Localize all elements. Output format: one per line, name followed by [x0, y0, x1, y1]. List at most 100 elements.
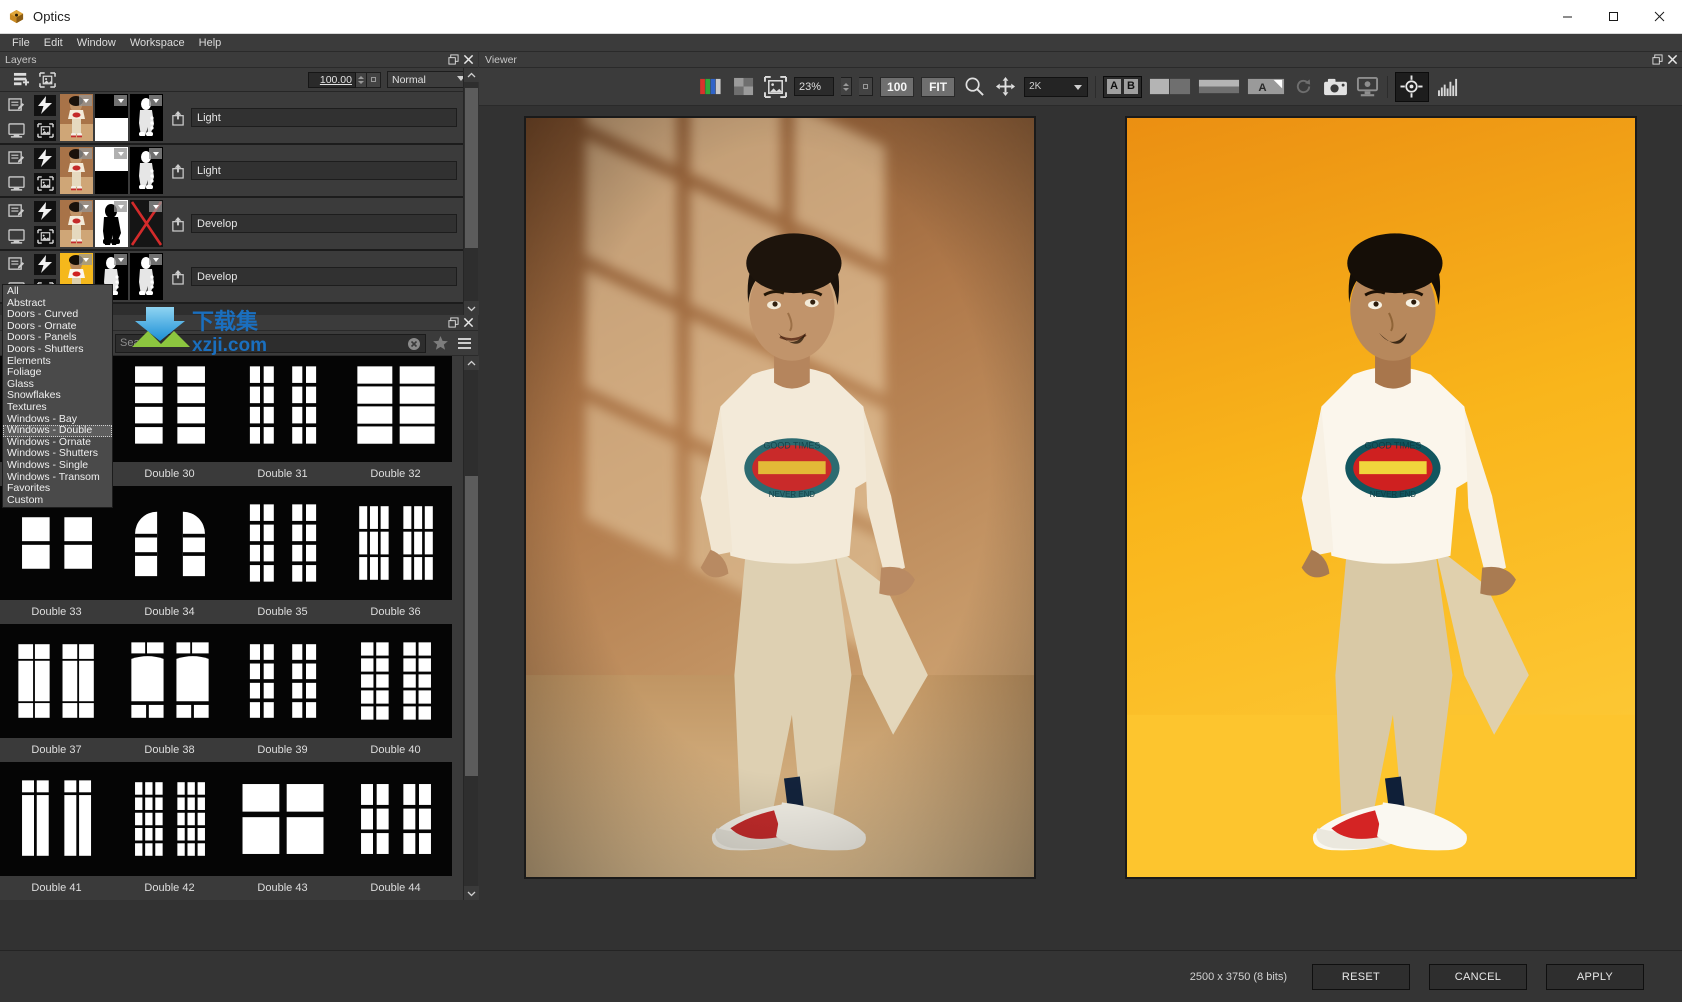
preset-item[interactable]: Double 38	[113, 624, 226, 762]
presets-scrollbar[interactable]	[463, 356, 478, 900]
category-option[interactable]: Textures	[3, 402, 112, 414]
preset-thumbnail[interactable]	[113, 762, 226, 876]
close-button[interactable]	[1636, 0, 1682, 34]
layer-thumb-chevron-icon[interactable]	[114, 254, 127, 265]
layer-name-input[interactable]: Develop	[191, 267, 457, 286]
a-overlay-icon[interactable]: A	[1247, 75, 1285, 99]
preset-thumbnail[interactable]	[0, 624, 113, 738]
viewer-float-icon[interactable]	[1650, 53, 1665, 67]
layer-thumb-chevron-icon[interactable]	[79, 148, 92, 159]
layers-scrollbar[interactable]	[463, 68, 478, 315]
layer-export-icon[interactable]	[165, 216, 191, 232]
layers-scroll-down-icon[interactable]	[464, 301, 479, 315]
fit-button[interactable]: FIT	[921, 77, 955, 97]
layer-result-thumbnail[interactable]	[130, 94, 163, 141]
clear-search-icon[interactable]	[407, 337, 421, 351]
layer-preview-thumbnail[interactable]	[60, 94, 93, 141]
presets-close-icon[interactable]	[461, 316, 476, 330]
preset-thumbnail[interactable]	[113, 624, 226, 738]
rgb-channels-icon[interactable]	[700, 75, 725, 99]
hundred-percent-button[interactable]: 100	[880, 77, 914, 97]
viewer-close-icon[interactable]	[1665, 53, 1680, 67]
zoom-reset-icon[interactable]	[859, 77, 873, 96]
layer-result-thumbnail[interactable]	[130, 147, 163, 194]
layer-thumb-chevron-icon[interactable]	[114, 148, 127, 159]
maximize-button[interactable]	[1590, 0, 1636, 34]
lightning-icon[interactable]	[34, 201, 56, 222]
split-vertical-icon[interactable]	[1149, 75, 1191, 99]
minimize-button[interactable]	[1544, 0, 1590, 34]
category-option[interactable]: Windows - Double	[3, 425, 112, 437]
layer-row[interactable]: Light	[0, 92, 463, 145]
preset-thumbnail[interactable]	[113, 356, 226, 462]
layer-thumb-chevron-icon[interactable]	[79, 254, 92, 265]
layer-preview-thumbnail[interactable]	[60, 147, 93, 194]
lightning-icon[interactable]	[34, 95, 56, 116]
layers-scroll-thumb[interactable]	[465, 88, 478, 248]
layer-export-icon[interactable]	[165, 269, 191, 285]
menu-file[interactable]: File	[5, 36, 37, 50]
layer-result-thumbnail[interactable]	[130, 200, 163, 247]
layer-thumb-chevron-icon[interactable]	[79, 201, 92, 212]
layer-result-thumbnail[interactable]	[130, 253, 163, 300]
layers-scroll-up-icon[interactable]	[464, 68, 479, 82]
photo-before[interactable]: GOOD TIMES NEVER END	[524, 116, 1036, 879]
category-option[interactable]: All	[3, 286, 112, 298]
menu-window[interactable]: Window	[70, 36, 123, 50]
layer-preview-thumbnail[interactable]	[60, 200, 93, 247]
preset-thumbnail[interactable]	[226, 486, 339, 600]
ab-compare-icon[interactable]: A B	[1103, 76, 1142, 98]
layer-row[interactable]: Develop	[0, 198, 463, 251]
add-layer-icon[interactable]	[8, 70, 34, 90]
layer-thumb-chevron-icon[interactable]	[149, 201, 162, 212]
camera-icon[interactable]	[1323, 75, 1348, 99]
layer-thumb-chevron-icon[interactable]	[114, 201, 127, 212]
pan-move-icon[interactable]	[993, 75, 1017, 99]
preset-item[interactable]: Double 41	[0, 762, 113, 900]
category-option[interactable]: Custom	[3, 495, 112, 507]
favorite-star-icon[interactable]	[429, 333, 451, 353]
category-option[interactable]: Favorites	[3, 483, 112, 495]
layer-mask-thumbnail[interactable]	[95, 94, 128, 141]
screen-capture-icon[interactable]	[1355, 75, 1380, 99]
presets-scroll-up-icon[interactable]	[464, 356, 479, 370]
preset-item[interactable]: Double 31	[226, 356, 339, 486]
lightning-icon[interactable]	[34, 148, 56, 169]
presets-menu-icon[interactable]	[454, 333, 474, 353]
viewer-pane-b[interactable]: GOOD TIMES NEVER END	[1081, 106, 1682, 950]
preset-item[interactable]: Double 40	[339, 624, 452, 762]
layer-edit-icon[interactable]	[7, 256, 26, 273]
layer-visibility-icon[interactable]	[7, 228, 26, 245]
photo-after[interactable]: GOOD TIMES NEVER END	[1125, 116, 1637, 879]
category-option[interactable]: Doors - Shutters	[3, 344, 112, 356]
presets-scroll-thumb[interactable]	[465, 476, 478, 776]
layer-visibility-icon[interactable]	[7, 175, 26, 192]
opacity-spinner-icon[interactable]	[356, 72, 367, 88]
lightning-icon[interactable]	[34, 254, 56, 275]
preset-item[interactable]: Double 43	[226, 762, 339, 900]
cancel-button[interactable]: CANCEL	[1429, 964, 1527, 990]
preset-item[interactable]: Double 35	[226, 486, 339, 624]
layer-thumb-chevron-icon[interactable]	[149, 148, 162, 159]
layer-mask-thumbnail[interactable]	[95, 200, 128, 247]
refresh-icon[interactable]	[1292, 75, 1316, 99]
layer-visibility-icon[interactable]	[7, 122, 26, 139]
layer-row[interactable]: Light	[0, 145, 463, 198]
split-horizontal-icon[interactable]	[1198, 75, 1240, 99]
presets-float-icon[interactable]	[446, 316, 461, 330]
image-frame-icon[interactable]	[763, 75, 787, 99]
preset-thumbnail[interactable]	[0, 762, 113, 876]
resolution-select[interactable]: 2K	[1024, 77, 1088, 97]
zoom-spinner-icon[interactable]	[841, 77, 852, 96]
histogram-icon[interactable]	[1436, 75, 1461, 99]
zoom-input[interactable]: 23%	[794, 77, 834, 96]
preset-category-dropdown[interactable]: AllAbstractDoors - CurvedDoors - OrnateD…	[2, 284, 113, 508]
preset-item[interactable]: Double 30	[113, 356, 226, 486]
preset-thumbnail[interactable]	[339, 762, 452, 876]
layer-list[interactable]: LightLightDevelopDevelop	[0, 92, 463, 315]
layer-edit-icon[interactable]	[7, 150, 26, 167]
category-option[interactable]: Foliage	[3, 367, 112, 379]
menu-help[interactable]: Help	[192, 36, 229, 50]
preset-item[interactable]: Double 44	[339, 762, 452, 900]
preset-item[interactable]: Double 34	[113, 486, 226, 624]
